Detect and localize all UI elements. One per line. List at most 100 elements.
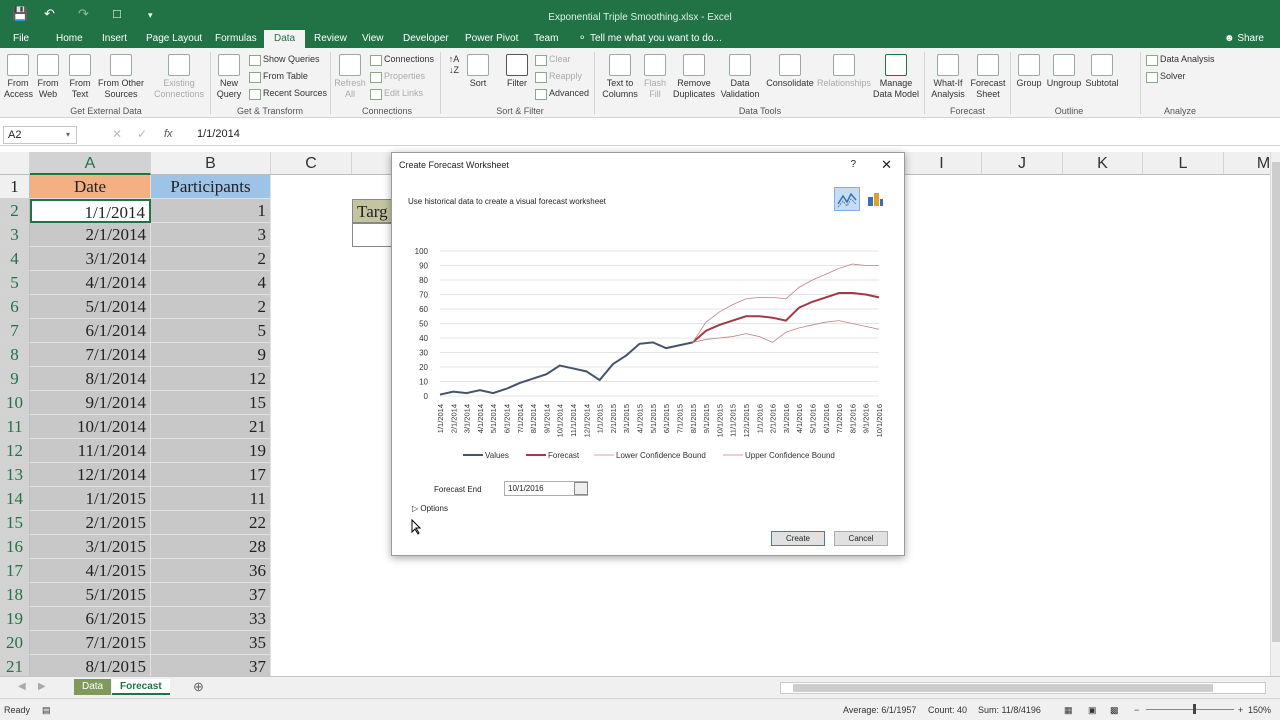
participants-cell[interactable]: 11 (151, 487, 271, 511)
row-header[interactable]: 3 (0, 223, 30, 247)
from-access-button[interactable]: From Access (4, 54, 33, 100)
zoom-in-icon[interactable]: + (1238, 705, 1243, 715)
reapply-button[interactable]: Reapply (535, 71, 582, 83)
date-cell[interactable]: 8/1/2014 (30, 367, 151, 391)
date-cell[interactable]: 1/1/2015 (30, 487, 151, 511)
date-cell[interactable]: 4/1/2015 (30, 559, 151, 583)
date-cell[interactable]: 12/1/2014 (30, 463, 151, 487)
date-cell[interactable]: 11/1/2014 (30, 439, 151, 463)
data-validation-button[interactable]: Data Validation (716, 54, 764, 100)
horizontal-scrollbar[interactable] (780, 682, 1266, 694)
participants-cell[interactable]: 36 (151, 559, 271, 583)
row-header[interactable]: 1 (0, 175, 30, 199)
date-cell[interactable]: 1/1/2014 (30, 199, 151, 223)
column-header-l[interactable]: L (1143, 152, 1224, 175)
participants-cell[interactable]: 33 (151, 607, 271, 631)
zoom-level[interactable]: 150% (1248, 705, 1271, 715)
participants-cell[interactable]: 5 (151, 319, 271, 343)
connections-button[interactable]: Connections (370, 54, 434, 66)
properties-button[interactable]: Properties (370, 71, 425, 83)
tab-page-layout[interactable]: Page Layout (146, 33, 202, 44)
tab-view[interactable]: View (362, 33, 384, 44)
clear-filter-button[interactable]: Clear (535, 54, 571, 66)
participants-cell[interactable]: 1 (151, 199, 271, 223)
solver-button[interactable]: Solver (1146, 71, 1186, 83)
normal-view-icon[interactable]: ▦ (1064, 705, 1073, 716)
participants-cell[interactable]: 21 (151, 415, 271, 439)
page-layout-view-icon[interactable]: ▣ (1088, 705, 1097, 716)
date-cell[interactable]: 4/1/2014 (30, 271, 151, 295)
tab-formulas[interactable]: Formulas (215, 33, 257, 44)
row-header[interactable]: 7 (0, 319, 30, 343)
participants-cell[interactable]: 12 (151, 367, 271, 391)
row-header[interactable]: 12 (0, 439, 30, 463)
date-cell[interactable]: 5/1/2015 (30, 583, 151, 607)
manage-data-model-button[interactable]: Manage Data Model (872, 54, 920, 100)
participants-cell[interactable]: 2 (151, 295, 271, 319)
advanced-filter-button[interactable]: Advanced (535, 88, 589, 100)
from-web-button[interactable]: From Web (34, 54, 62, 100)
group-button[interactable]: Group (1013, 54, 1045, 89)
row-header[interactable]: 16 (0, 535, 30, 559)
filter-button[interactable]: Filter (502, 54, 532, 89)
date-cell[interactable]: 6/1/2015 (30, 607, 151, 631)
new-query-button[interactable]: New Query (212, 54, 246, 100)
forecast-sheet-button[interactable]: Forecast Sheet (969, 54, 1007, 100)
tell-me-box[interactable]: Tell me what you want to do... (590, 33, 722, 44)
tab-team[interactable]: Team (534, 33, 558, 44)
participants-cell[interactable]: 35 (151, 631, 271, 655)
column-header-m[interactable]: M (1224, 152, 1270, 175)
vertical-scroll-thumb[interactable] (1272, 162, 1280, 642)
row-header[interactable]: 18 (0, 583, 30, 607)
create-button[interactable]: Create (771, 531, 825, 546)
recent-sources-button[interactable]: Recent Sources (249, 88, 327, 100)
from-text-button[interactable]: From Text (66, 54, 94, 100)
from-table-button[interactable]: From Table (249, 71, 308, 83)
row-header[interactable]: 19 (0, 607, 30, 631)
column-header-i[interactable]: I (902, 152, 982, 175)
sheet-tab-data[interactable]: Data (74, 679, 112, 695)
tab-file[interactable]: File (13, 33, 29, 44)
column-header-b[interactable]: B (151, 152, 271, 175)
date-cell[interactable]: 8/1/2015 (30, 655, 151, 676)
edit-links-button[interactable]: Edit Links (370, 88, 423, 100)
tab-developer[interactable]: Developer (403, 33, 449, 44)
calendar-icon[interactable] (574, 482, 588, 495)
participants-cell[interactable]: 28 (151, 535, 271, 559)
row-header[interactable]: 14 (0, 487, 30, 511)
sheet-tab-forecast[interactable]: Forecast (112, 679, 170, 695)
row-header[interactable]: 2 (0, 199, 30, 223)
tab-data[interactable]: Data (264, 30, 306, 48)
date-cell[interactable]: 9/1/2014 (30, 391, 151, 415)
row-header[interactable]: 4 (0, 247, 30, 271)
zoom-slider-thumb[interactable] (1193, 704, 1196, 714)
participants-cell[interactable]: 9 (151, 343, 271, 367)
date-cell[interactable]: 7/1/2014 (30, 343, 151, 367)
remove-duplicates-button[interactable]: Remove Duplicates (671, 54, 717, 100)
participants-cell[interactable]: 4 (151, 271, 271, 295)
date-cell[interactable]: 2/1/2015 (30, 511, 151, 535)
header-cell-date[interactable]: Date (30, 175, 151, 199)
consolidate-button[interactable]: Consolidate (765, 54, 815, 89)
header-cell-participants[interactable]: Participants (151, 175, 271, 199)
participants-cell[interactable]: 19 (151, 439, 271, 463)
column-header-c[interactable]: C (271, 152, 352, 175)
macro-record-icon[interactable]: ▤ (42, 705, 51, 716)
sort-az-icon[interactable]: ↑A ↓Z (444, 54, 464, 76)
date-cell[interactable]: 3/1/2015 (30, 535, 151, 559)
row-header[interactable]: 15 (0, 511, 30, 535)
participants-cell[interactable]: 15 (151, 391, 271, 415)
row-header[interactable]: 8 (0, 343, 30, 367)
row-header[interactable]: 11 (0, 415, 30, 439)
sort-button[interactable]: Sort (465, 54, 491, 89)
data-analysis-button[interactable]: Data Analysis (1146, 54, 1215, 66)
refresh-all-button[interactable]: Refresh All (333, 54, 367, 100)
participants-cell[interactable]: 22 (151, 511, 271, 535)
participants-cell[interactable]: 17 (151, 463, 271, 487)
what-if-analysis-button[interactable]: What-If Analysis (927, 54, 969, 100)
show-queries-button[interactable]: Show Queries (249, 54, 320, 66)
row-header[interactable]: 5 (0, 271, 30, 295)
vertical-scrollbar[interactable] (1270, 152, 1280, 676)
column-header-a[interactable]: A (30, 152, 151, 175)
participants-cell[interactable]: 3 (151, 223, 271, 247)
